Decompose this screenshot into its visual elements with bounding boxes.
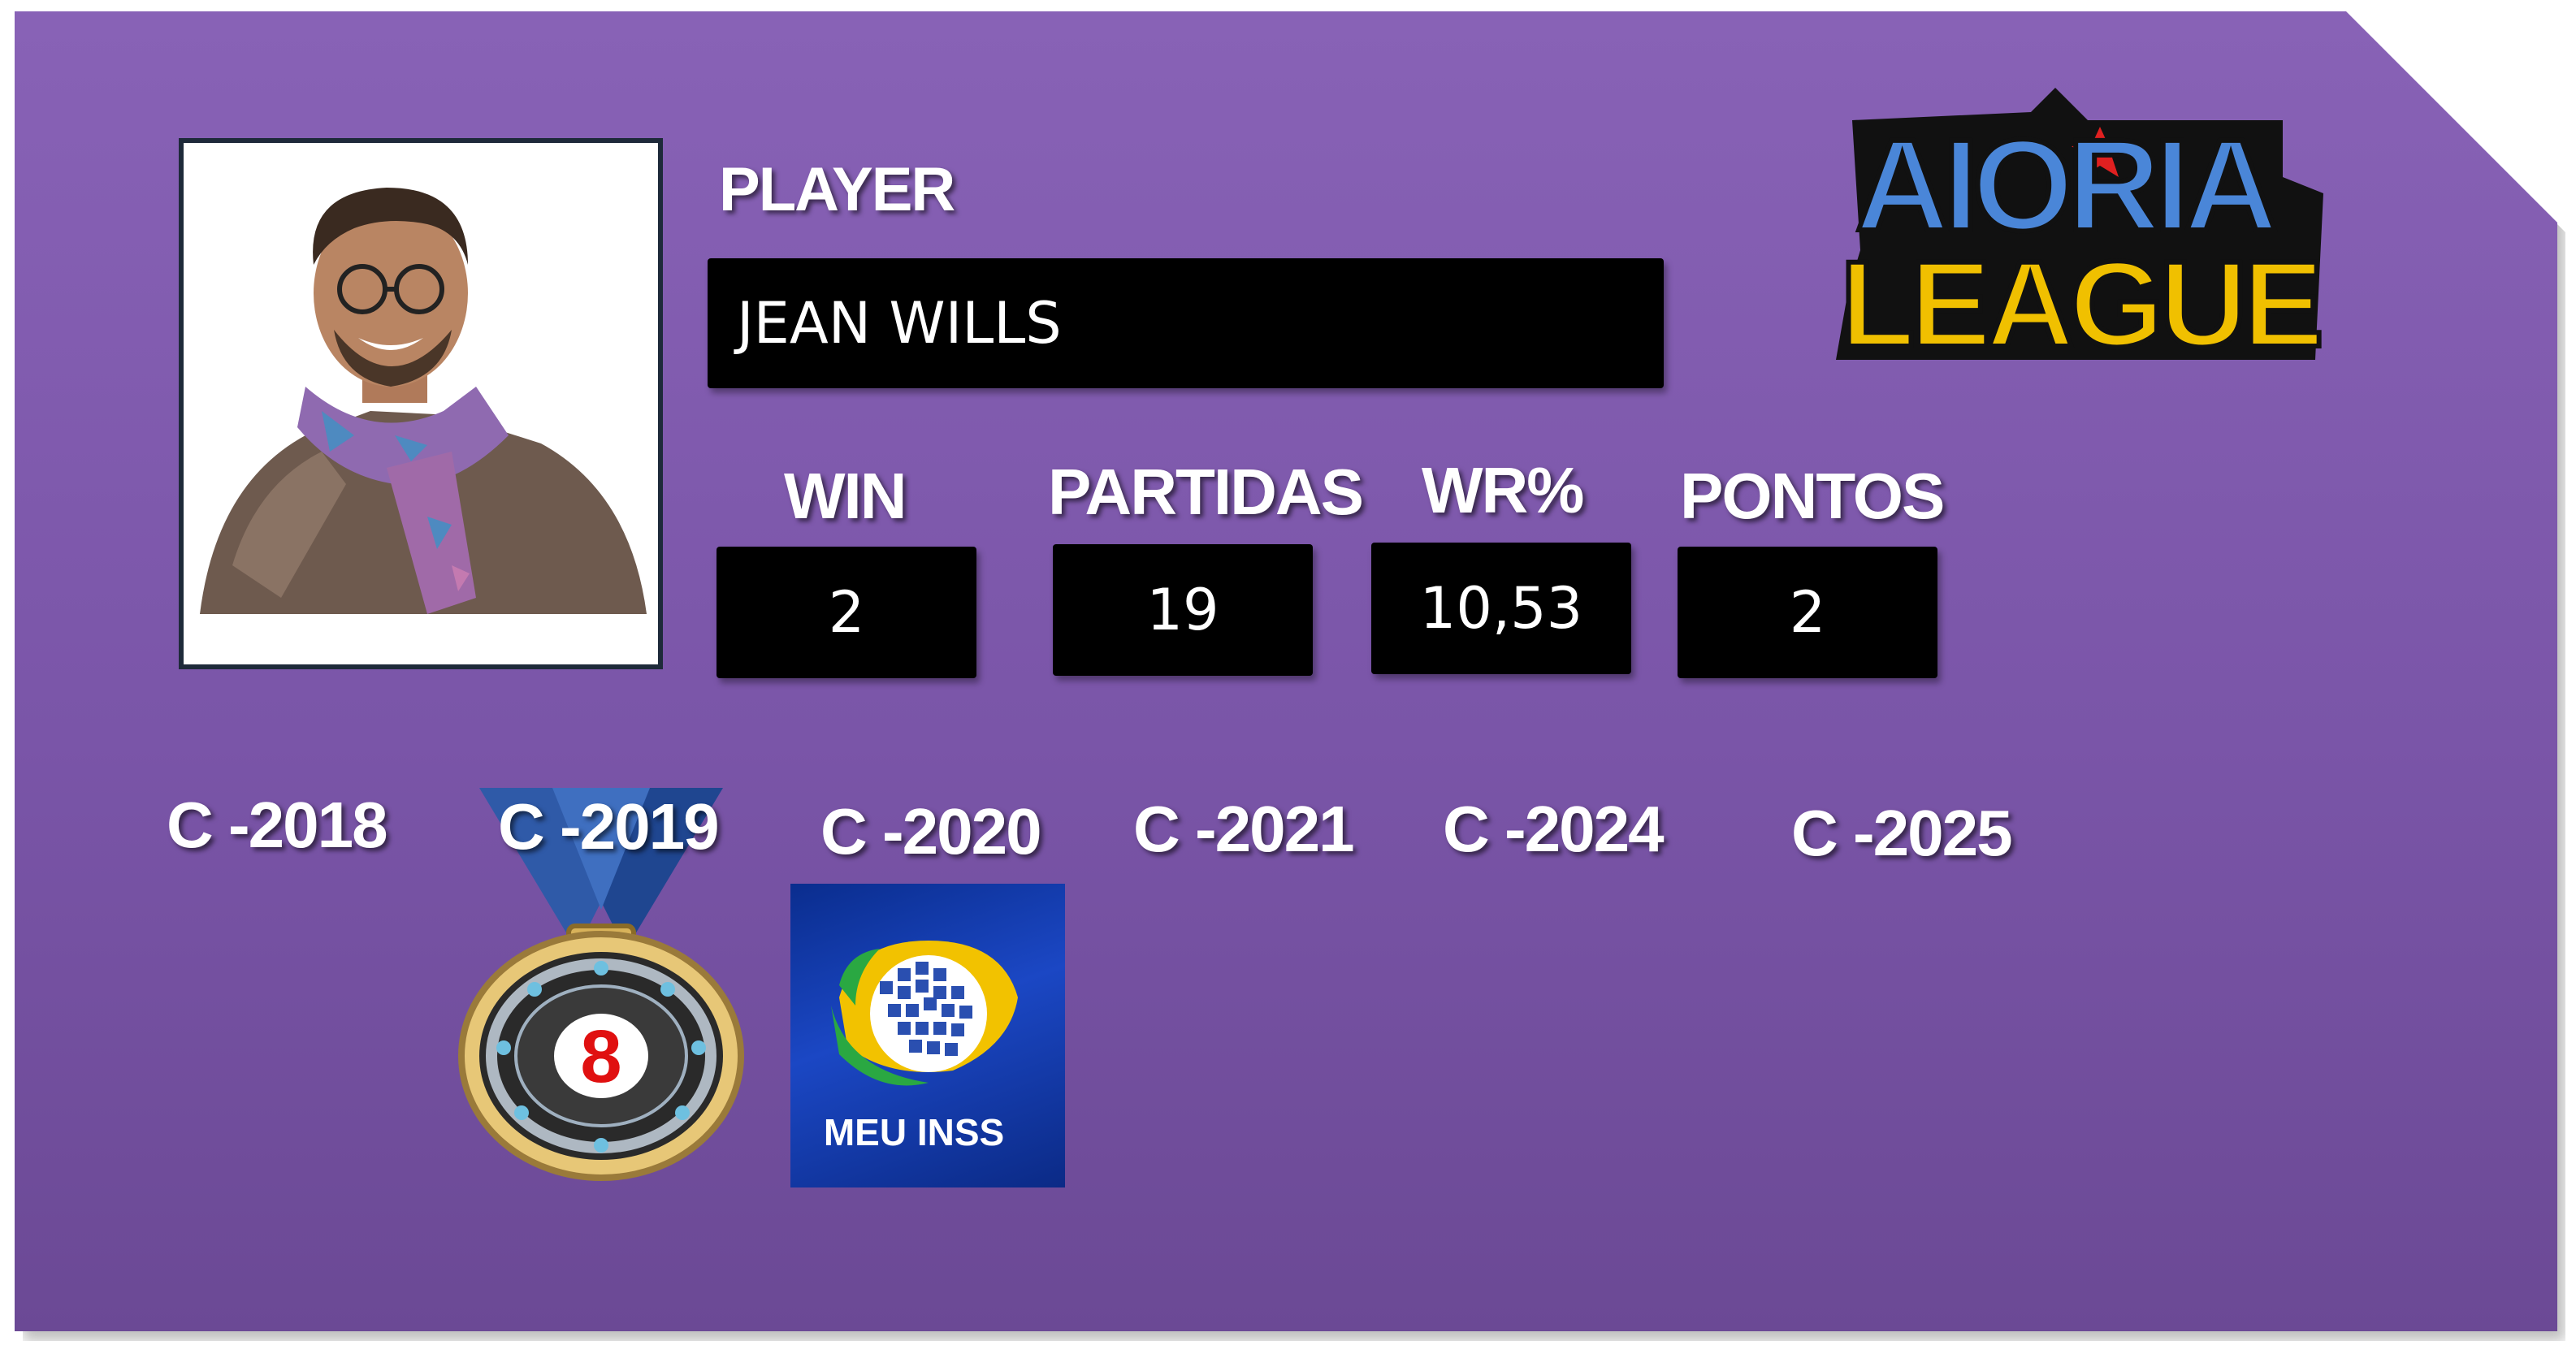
player-label: PLAYER [719, 155, 955, 224]
inss-text: MEU INSS [824, 1111, 1004, 1153]
medal-number: 8 [580, 1015, 621, 1098]
win-value: 2 [828, 579, 865, 646]
aioria-league-logo: AIORIA LEAGUE [1836, 88, 2327, 372]
season-label-2018: C -2018 [167, 789, 388, 861]
partidas-value: 19 [1146, 577, 1219, 643]
stat-value-wr: 10,53 [1371, 543, 1631, 674]
pontos-value: 2 [1789, 579, 1826, 646]
stat-label-partidas: PARTIDAS [1048, 456, 1364, 528]
player-name-value: JEAN WILLS [737, 290, 1062, 357]
player-name-field: JEAN WILLS [708, 258, 1664, 388]
stat-value-win: 2 [717, 547, 976, 678]
meu-inss-icon: MEU INSS [824, 941, 1018, 1153]
season-label-2019: C -2019 [498, 790, 720, 863]
stat-value-partidas: 19 [1053, 544, 1313, 676]
stat-label-wr: WR% [1422, 454, 1584, 526]
season-label-2025: C -2025 [1791, 797, 2013, 869]
stat-label-pontos: PONTOS [1680, 460, 1945, 532]
meu-inss-badge: MEU INSS [790, 884, 1065, 1187]
season-label-2020: C -2020 [820, 795, 1042, 867]
stat-label-win: WIN [784, 460, 907, 532]
logo-line2: LEAGUE [1840, 236, 2319, 372]
player-photo [179, 138, 663, 669]
stat-value-pontos: 2 [1678, 547, 1937, 678]
season-label-2024: C -2024 [1443, 793, 1665, 865]
wr-value: 10,53 [1419, 575, 1583, 642]
season-label-2021: C -2021 [1133, 793, 1355, 865]
player-photo-illustration [200, 188, 647, 614]
